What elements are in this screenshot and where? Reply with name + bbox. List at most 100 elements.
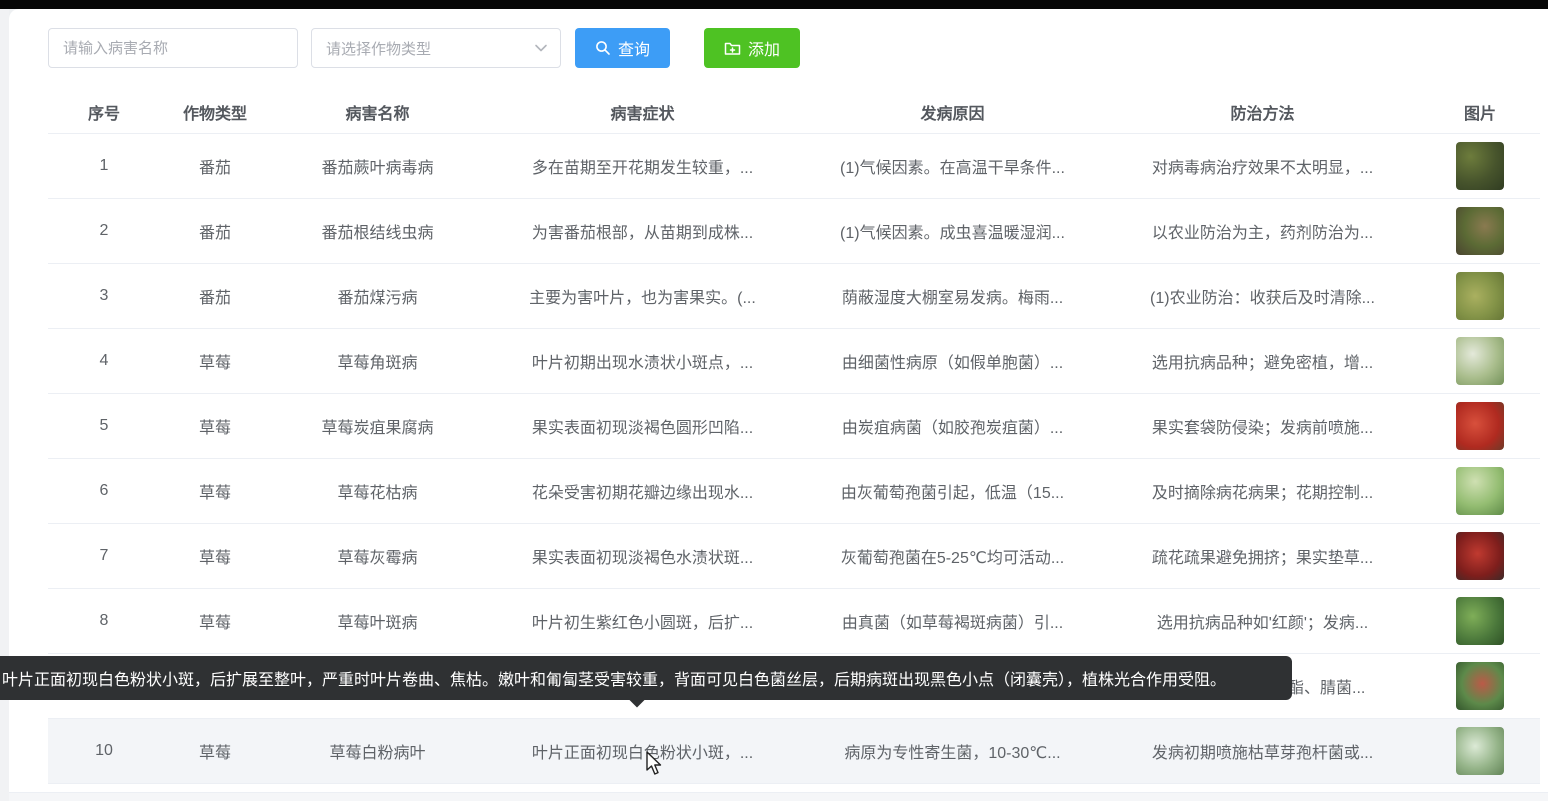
- symptom-cell: 主要为害叶片，也为害果实。(...: [485, 264, 800, 328]
- symptom-cell: 叶片正面初现白色粉状小斑，...: [485, 719, 800, 783]
- image-cell: [1420, 459, 1540, 523]
- control-cell: 选用抗病品种如'红颜'；发病...: [1105, 589, 1420, 653]
- row-index-cell: 7: [48, 524, 160, 588]
- image-cell: [1420, 524, 1540, 588]
- query-button[interactable]: 查询: [575, 28, 670, 68]
- disease-photo-thumbnail[interactable]: [1456, 207, 1504, 255]
- row-index-cell: 8: [48, 589, 160, 653]
- row-index-cell: 4: [48, 329, 160, 393]
- symptom-cell: 叶片初期出现水渍状小斑点，...: [485, 329, 800, 393]
- symptom-cell: 叶片初生紫红色小圆斑，后扩...: [485, 589, 800, 653]
- table-row[interactable]: 4草莓草莓角斑病叶片初期出现水渍状小斑点，...由细菌性病原（如假单胞菌）...…: [48, 329, 1540, 394]
- control-cell: 果实套袋防侵染；发病前喷施...: [1105, 394, 1420, 458]
- symptom-cell: 为害番茄根部，从苗期到成株...: [485, 199, 800, 263]
- crop-type-select-placeholder: 请选择作物类型: [326, 38, 431, 59]
- crop-type-select[interactable]: 请选择作物类型: [311, 28, 561, 68]
- crop-type-cell: 草莓: [160, 589, 270, 653]
- disease-photo-thumbnail[interactable]: [1456, 532, 1504, 580]
- disease-photo-thumbnail[interactable]: [1456, 727, 1504, 775]
- disease-photo-thumbnail[interactable]: [1456, 597, 1504, 645]
- image-cell: [1420, 134, 1540, 198]
- symptom-cell: 果实表面初现淡褐色圆形凹陷...: [485, 394, 800, 458]
- cause-cell: (1)气候因素。在高温干旱条件...: [800, 134, 1105, 198]
- column-header: 序号: [48, 100, 160, 124]
- table-row[interactable]: 2番茄番茄根结线虫病为害番茄根部，从苗期到成株...(1)气候因素。成虫喜温暖湿…: [48, 199, 1540, 264]
- disease-name-cell: 草莓炭疽果腐病: [270, 394, 485, 458]
- crop-type-cell: 草莓: [160, 394, 270, 458]
- mouse-cursor: [646, 751, 666, 782]
- cause-cell: 由炭疽病菌（如胶孢炭疽菌）...: [800, 394, 1105, 458]
- image-cell: [1420, 329, 1540, 393]
- control-cell: 发病初期喷施枯草芽孢杆菌或...: [1105, 719, 1420, 783]
- column-header: 防治方法: [1105, 100, 1420, 124]
- disease-photo-thumbnail[interactable]: [1456, 662, 1504, 710]
- disease-photo-thumbnail[interactable]: [1456, 337, 1504, 385]
- table-row[interactable]: 6草莓草莓花枯病花朵受害初期花瓣边缘出现水...由灰葡萄孢菌引起，低温（15..…: [48, 459, 1540, 524]
- cause-cell: 病原为专性寄生菌，10-30℃...: [800, 719, 1105, 783]
- disease-photo-thumbnail[interactable]: [1456, 272, 1504, 320]
- disease-photo-thumbnail[interactable]: [1456, 467, 1504, 515]
- crop-type-cell: 番茄: [160, 199, 270, 263]
- symptom-tooltip: 叶片正面初现白色粉状小斑，后扩展至整叶，严重时叶片卷曲、焦枯。嫩叶和匍匐茎受害较…: [0, 656, 1292, 700]
- row-index-cell: 6: [48, 459, 160, 523]
- toolbar: 请选择作物类型 查询 添加: [48, 28, 1548, 68]
- disease-name-cell: 草莓角斑病: [270, 329, 485, 393]
- symptom-cell: 果实表面初现淡褐色水渍状斑...: [485, 524, 800, 588]
- column-header: 发病原因: [800, 100, 1105, 124]
- image-cell: [1420, 394, 1540, 458]
- column-header: 病害名称: [270, 100, 485, 124]
- control-cell: 疏花疏果避免拥挤；果实垫草...: [1105, 524, 1420, 588]
- disease-name-cell: 草莓叶斑病: [270, 589, 485, 653]
- column-header: 图片: [1420, 100, 1540, 124]
- column-header: 病害症状: [485, 100, 800, 124]
- table-row[interactable]: 8草莓草莓叶斑病叶片初生紫红色小圆斑，后扩...由真菌（如草莓褐斑病菌）引...…: [48, 589, 1540, 654]
- search-icon: [595, 40, 611, 56]
- disease-name-cell: 草莓花枯病: [270, 459, 485, 523]
- row-index-cell: 5: [48, 394, 160, 458]
- crop-type-cell: 草莓: [160, 719, 270, 783]
- symptom-tooltip-text: 叶片正面初现白色粉状小斑，后扩展至整叶，严重时叶片卷曲、焦枯。嫩叶和匍匐茎受害较…: [2, 666, 1226, 690]
- disease-photo-thumbnail[interactable]: [1456, 142, 1504, 190]
- image-cell: [1420, 719, 1540, 783]
- image-cell: [1420, 264, 1540, 328]
- window-top-border: [0, 0, 1548, 9]
- crop-type-cell: 草莓: [160, 329, 270, 393]
- table-header-row: 序号作物类型病害名称病害症状发病原因防治方法图片: [48, 90, 1540, 134]
- table-row[interactable]: 1番茄番茄蕨叶病毒病多在苗期至开花期发生较重，...(1)气候因素。在高温干旱条…: [48, 134, 1540, 199]
- image-cell: [1420, 654, 1540, 718]
- cause-cell: 由细菌性病原（如假单胞菌）...: [800, 329, 1105, 393]
- row-index-cell: 2: [48, 199, 160, 263]
- crop-type-cell: 草莓: [160, 524, 270, 588]
- symptom-cell: 花朵受害初期花瓣边缘出现水...: [485, 459, 800, 523]
- symptom-cell: 多在苗期至开花期发生较重，...: [485, 134, 800, 198]
- disease-photo-thumbnail[interactable]: [1456, 402, 1504, 450]
- next-row-partial: [9, 792, 1548, 801]
- cause-cell: (1)气候因素。成虫喜温暖湿润...: [800, 199, 1105, 263]
- crop-type-cell: 草莓: [160, 459, 270, 523]
- table-row[interactable]: 7草莓草莓灰霉病果实表面初现淡褐色水渍状斑...灰葡萄孢菌在5-25℃均可活动.…: [48, 524, 1540, 589]
- cause-cell: 由灰葡萄孢菌引起，低温（15...: [800, 459, 1105, 523]
- image-cell: [1420, 589, 1540, 653]
- row-index-cell: 10: [48, 719, 160, 783]
- add-button[interactable]: 添加: [704, 28, 800, 68]
- table-row[interactable]: 3番茄番茄煤污病主要为害叶片，也为害果实。(...荫蔽湿度大棚室易发病。梅雨..…: [48, 264, 1540, 329]
- cause-cell: 荫蔽湿度大棚室易发病。梅雨...: [800, 264, 1105, 328]
- crop-type-cell: 番茄: [160, 134, 270, 198]
- query-button-label: 查询: [618, 36, 650, 60]
- disease-name-cell: 番茄根结线虫病: [270, 199, 485, 263]
- disease-name-cell: 草莓灰霉病: [270, 524, 485, 588]
- control-cell: 选用抗病品种；避免密植，增...: [1105, 329, 1420, 393]
- row-index-cell: 1: [48, 134, 160, 198]
- cause-cell: 灰葡萄孢菌在5-25℃均可活动...: [800, 524, 1105, 588]
- disease-name-cell: 番茄煤污病: [270, 264, 485, 328]
- table-row[interactable]: 5草莓草莓炭疽果腐病果实表面初现淡褐色圆形凹陷...由炭疽病菌（如胶孢炭疽菌）.…: [48, 394, 1540, 459]
- table-row[interactable]: 10草莓草莓白粉病叶叶片正面初现白色粉状小斑，...病原为专性寄生菌，10-30…: [48, 719, 1540, 784]
- crop-type-cell: 番茄: [160, 264, 270, 328]
- control-cell: 及时摘除病花病果；花期控制...: [1105, 459, 1420, 523]
- search-input[interactable]: [48, 28, 298, 68]
- column-header: 作物类型: [160, 100, 270, 124]
- folder-plus-icon: [724, 41, 741, 56]
- row-index-cell: 3: [48, 264, 160, 328]
- add-button-label: 添加: [748, 36, 780, 60]
- control-cell: 对病毒病治疗效果不太明显，...: [1105, 134, 1420, 198]
